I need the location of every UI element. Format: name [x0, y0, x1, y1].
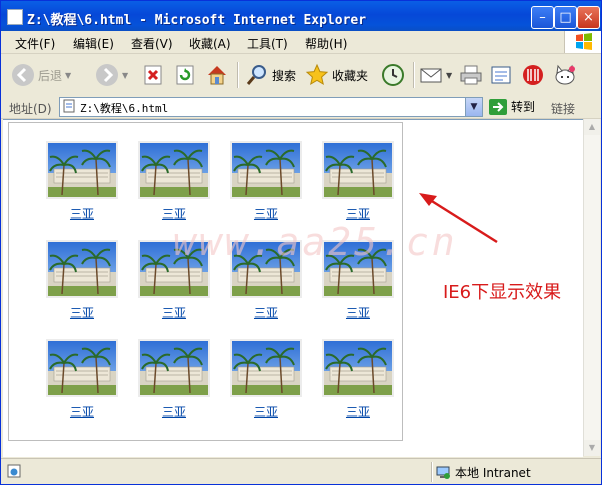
menu-tools[interactable]: 工具(T)	[247, 35, 288, 52]
scroll-up-icon[interactable]: ▲	[584, 119, 600, 135]
links-button[interactable]: 链接	[551, 100, 575, 117]
intranet-icon	[436, 466, 450, 479]
annotation-text: IE6下显示效果	[443, 282, 562, 303]
gallery-item[interactable]: 三亚	[138, 339, 210, 420]
print-button[interactable]	[459, 61, 483, 89]
minimize-button[interactable]: –	[531, 6, 554, 29]
back-label: 后退	[38, 68, 63, 83]
security-zone: 本地 Intranet	[435, 464, 531, 481]
gallery-item[interactable]: 三亚	[230, 141, 302, 222]
messenger-button[interactable]	[553, 61, 577, 89]
window-title: Z:\教程\6.html - Microsoft Internet Explor…	[27, 13, 367, 28]
sanya-photo-thumbnail[interactable]	[138, 339, 210, 397]
address-bar: 地址(D) Z:\教程\6.html ▼ 转到 链接	[1, 96, 601, 119]
sanya-photo-thumbnail[interactable]	[322, 141, 394, 199]
edit-button[interactable]	[489, 61, 513, 89]
gallery-item[interactable]: 三亚	[230, 339, 302, 420]
gallery-caption-link[interactable]: 三亚	[230, 403, 302, 420]
mail-icon	[420, 68, 442, 83]
home-button[interactable]	[205, 61, 229, 89]
go-arrow-icon	[489, 98, 507, 115]
search-button[interactable]: 搜索	[245, 61, 296, 89]
sanya-photo-thumbnail[interactable]	[230, 141, 302, 199]
forward-arrow-icon	[96, 64, 118, 86]
mail-dropdown-icon[interactable]: ▼	[446, 71, 452, 80]
gallery-item[interactable]: 三亚	[138, 141, 210, 222]
go-button[interactable]: 转到	[489, 98, 535, 115]
status-bar: 本地 Intranet	[1, 458, 601, 484]
vertical-scrollbar[interactable]: ▲ ▼	[583, 119, 600, 456]
page-done-icon	[7, 464, 21, 478]
go-label: 转到	[511, 100, 536, 114]
gallery-caption-link[interactable]: 三亚	[230, 304, 302, 321]
menu-file[interactable]: 文件(F)	[15, 35, 55, 52]
gallery-caption-link[interactable]: 三亚	[138, 403, 210, 420]
gallery-caption-link[interactable]: 三亚	[46, 205, 118, 222]
hello-kitty-icon	[555, 64, 575, 85]
refresh-button[interactable]	[173, 61, 197, 89]
forward-dropdown-icon[interactable]: ▼	[122, 71, 128, 80]
ie-window: Z:\教程\6.html - Microsoft Internet Explor…	[0, 0, 602, 485]
gallery-container: 三亚 三亚 三亚 三亚 三亚 三亚 三亚 三亚 三亚 三亚 三亚 三亚	[8, 122, 403, 441]
home-icon	[208, 66, 226, 85]
sanya-photo-thumbnail[interactable]	[46, 339, 118, 397]
refresh-icon	[176, 65, 194, 85]
search-icon	[246, 65, 266, 85]
address-label: 地址(D)	[9, 102, 52, 116]
sanya-photo-thumbnail[interactable]	[138, 141, 210, 199]
address-dropdown-icon[interactable]: ▼	[465, 98, 482, 116]
history-icon	[382, 64, 404, 86]
gallery-item[interactable]: 三亚	[46, 339, 118, 420]
sanya-photo-thumbnail[interactable]	[46, 141, 118, 199]
title-bar[interactable]: Z:\教程\6.html - Microsoft Internet Explor…	[1, 1, 601, 31]
gallery-item[interactable]: 三亚	[322, 339, 394, 420]
back-dropdown-icon[interactable]: ▼	[65, 71, 71, 80]
star-icon	[305, 63, 329, 86]
stop-button[interactable]	[141, 61, 165, 89]
gallery-item[interactable]: 三亚	[46, 141, 118, 222]
stop-icon	[144, 65, 162, 85]
favorites-button[interactable]: 收藏夹	[305, 61, 368, 89]
gallery-item[interactable]: 三亚	[322, 141, 394, 222]
mail-button[interactable]: ▼	[419, 61, 452, 89]
address-input[interactable]: Z:\教程\6.html ▼	[59, 97, 483, 117]
menu-view[interactable]: 查看(V)	[131, 35, 173, 52]
gallery-item[interactable]: 三亚	[46, 240, 118, 321]
research-button[interactable]	[521, 61, 545, 89]
forward-button[interactable]: ▼	[95, 61, 128, 89]
close-button[interactable]: ×	[577, 6, 600, 29]
page-content: 三亚 三亚 三亚 三亚 三亚 三亚 三亚 三亚 三亚 三亚 三亚 三亚 www.…	[3, 119, 583, 457]
standard-toolbar: 后退 ▼ ▼ 搜索 收藏夹 ▼	[1, 54, 601, 97]
back-button[interactable]: 后退 ▼	[11, 61, 71, 89]
sanya-photo-thumbnail[interactable]	[230, 339, 302, 397]
favorites-label: 收藏夹	[332, 68, 369, 83]
search-label: 搜索	[272, 68, 297, 83]
gallery-caption-link[interactable]: 三亚	[322, 304, 394, 321]
gallery-caption-link[interactable]: 三亚	[46, 304, 118, 321]
menu-edit[interactable]: 编辑(E)	[73, 35, 114, 52]
gallery-caption-link[interactable]: 三亚	[138, 304, 210, 321]
maximize-button[interactable]: □	[554, 6, 577, 29]
sanya-photo-thumbnail[interactable]	[322, 339, 394, 397]
printer-icon	[460, 65, 482, 85]
page-icon	[7, 9, 23, 25]
gallery-caption-link[interactable]: 三亚	[322, 403, 394, 420]
history-button[interactable]	[381, 61, 405, 89]
back-arrow-icon	[12, 64, 34, 86]
menu-favorites[interactable]: 收藏(A)	[189, 35, 231, 52]
zone-label: 本地 Intranet	[455, 466, 531, 480]
address-value: Z:\教程\6.html	[80, 102, 169, 115]
sanya-photo-thumbnail[interactable]	[46, 240, 118, 298]
scroll-down-icon[interactable]: ▼	[584, 440, 600, 456]
page-icon	[63, 99, 75, 113]
edit-icon	[491, 66, 511, 84]
windows-logo-icon	[564, 31, 601, 53]
china-unicom-icon	[523, 65, 543, 85]
annotation-arrow-icon	[419, 193, 498, 244]
gallery-caption-link[interactable]: 三亚	[46, 403, 118, 420]
menu-help[interactable]: 帮助(H)	[305, 35, 347, 52]
menu-bar: 文件(F) 编辑(E) 查看(V) 收藏(A) 工具(T) 帮助(H)	[1, 31, 601, 54]
